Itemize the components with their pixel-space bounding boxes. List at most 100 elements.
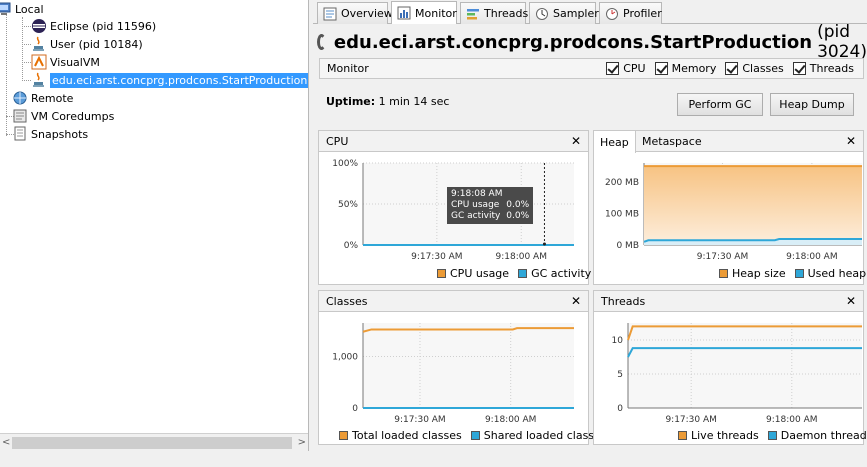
page-title: edu.eci.arst.concprg.prodcons.StartProdu… [313,22,867,62]
threads-legend: Live threads Daemon threads [678,429,867,442]
heap-panel: Heap Metaspace ✕ 9:17:30 AM 9:18:00 AM 200… [593,130,866,285]
tree-node-remote[interactable]: Remote [12,89,73,107]
tab-sampler-label: Sampler [553,7,599,20]
tree-label-coredumps: VM Coredumps [31,109,115,123]
threads-plot-area [628,323,862,408]
tab-metaspace[interactable]: Metaspace [636,131,708,152]
tree-node-coredumps[interactable]: VM Coredumps [12,107,114,125]
tab-monitor-label: Monitor [415,6,457,20]
tree-label-visualvm: VisualVM [50,55,100,69]
tree-node-user[interactable]: User (pid 10184) [31,35,143,53]
cpu-y-tick-label: 100% [332,159,358,169]
tab-threads[interactable]: Threads [460,2,529,24]
heap-y-tick-label: 0 MB [616,241,639,251]
legend-used-heap: Used heap [807,267,867,280]
tree-horizontal-scrollbar[interactable]: < > [0,433,308,451]
threads-icon [467,8,479,19]
legend-swatch-blue [518,269,528,278]
legend-total-classes: Total loaded classes [352,429,462,442]
cpu-panel-title: CPU [326,134,349,148]
cpu-y-tick-label: 0% [344,241,359,251]
applications-tree[interactable]: Local Eclipse (pid 11596) User (pid 1018… [0,0,309,451]
coredump-icon [12,108,28,124]
tree-node-eclipse[interactable]: Eclipse (pid 11596) [31,17,156,35]
scroll-right-arrow-icon[interactable]: > [298,437,306,448]
tooltip-gc-label: GC activity [451,211,501,221]
classes-x-tick-label: 9:17:30 AM [394,415,445,425]
threads-y-tick-label: 5 [617,370,623,380]
legend-swatch-orange [437,269,446,278]
cpu-y-tick-label: 50% [338,200,358,210]
uptime: Uptime: 1 min 14 sec [326,95,449,108]
java-icon [31,36,47,52]
tab-heap[interactable]: Heap [594,131,636,153]
tree-node-startproduction[interactable]: edu.eci.arst.concprg.prodcons.StartProdu… [31,71,308,89]
tree-node-visualvm[interactable]: VisualVM [31,53,100,71]
uptime-value: 1 min 14 sec [378,95,450,108]
classes-panel-header: Classes ✕ [319,291,588,312]
tab-profiler[interactable]: Profiler [599,2,662,24]
heap-legend: Heap size Used heap [719,267,866,280]
cpu-tooltip: 9:18:08 AM CPU usage 0.0% GC activity 0.0% [447,187,534,224]
legend-daemon-threads: Daemon threads [780,429,867,442]
legend-swatch-blue [470,431,480,440]
application-view: Overview Monitor Threads Sampler Profile… [313,0,867,467]
monitor-icon [397,6,411,20]
legend-live-threads: Live threads [691,429,759,442]
close-icon[interactable]: ✕ [846,134,856,148]
memory-checkbox[interactable]: Memory [654,62,716,75]
cpu-panel-header: CPU ✕ [319,131,588,152]
tab-sampler[interactable]: Sampler [529,2,599,24]
perform-gc-button[interactable]: Perform GC [677,93,763,116]
heap-y-tick-label: 100 MB [605,209,639,219]
threads-checkbox[interactable]: Threads [792,62,854,75]
heap-panel-header: Heap Metaspace ✕ [594,131,863,153]
classes-x-tick-label: 9:18:00 AM [485,415,536,425]
tab-threads-label: Threads [484,7,529,20]
classes-chart: 9:17:30 AM 9:18:00 AM 1,000 0 [332,323,574,425]
heap-dump-button[interactable]: Heap Dump [770,93,854,116]
heap-chart: 9:17:30 AM 9:18:00 AM 200 MB 100 MB 0 MB [605,163,862,262]
threads-x-tick-label: 9:17:30 AM [665,415,716,425]
close-icon[interactable]: ✕ [571,134,581,148]
close-icon[interactable]: ✕ [571,294,581,308]
heap-area-fill [644,166,862,245]
threads-x-tick-label: 9:18:00 AM [766,415,817,425]
checkbox-checked-icon [654,62,668,75]
close-icon[interactable]: ✕ [846,294,856,308]
classes-checkbox-label: Classes [742,62,784,75]
tree-label-snapshots: Snapshots [31,127,89,141]
legend-heap-size: Heap size [732,267,786,280]
app-name: edu.eci.arst.concprg.prodcons.StartProdu… [333,31,813,53]
app-pid: (pid 3024) [817,22,867,62]
tree-node-snapshots[interactable]: Snapshots [12,125,88,143]
monitor-bar: Monitor CPU Memory Classes Threads [319,58,864,79]
cpu-marker-dot [542,242,546,246]
scroll-left-arrow-icon[interactable]: < [2,437,10,448]
remote-host-icon [12,90,28,106]
tab-monitor[interactable]: Monitor [391,1,457,24]
threads-y-tick-label: 0 [617,404,623,414]
classes-checkbox[interactable]: Classes [725,62,784,75]
threads-panel-title: Threads [601,294,646,308]
legend-cpu-usage: CPU usage [450,267,510,280]
legend-swatch-blue [794,269,804,278]
overview-icon [323,7,337,20]
scrollbar-thumb[interactable] [12,437,292,449]
tooltip-cpu-label: CPU usage [451,200,500,210]
cpu-checkbox-label: CPU [623,62,646,75]
tree-node-local[interactable]: Local [0,0,44,18]
tree-label-startproduction: edu.eci.arst.concprg.prodcons.StartProdu… [50,72,308,88]
cpu-checkbox[interactable]: CPU [606,62,646,75]
classes-panel: Classes ✕ 9:17:30 AM 9:18:00 AM 1,000 0 Tot… [318,290,607,445]
tooltip-gc-value: 0.0% [506,211,530,221]
cpu-x-tick-label: 9:17:30 AM [411,252,462,262]
legend-shared-classes: Shared loaded classes [483,429,607,442]
sampler-icon [536,7,548,20]
classes-legend: Total loaded classes Shared loaded class… [339,429,607,442]
classes-y-tick-label: 1,000 [332,352,358,362]
tree-label-remote: Remote [31,91,74,105]
tab-profiler-label: Profiler [623,7,662,20]
tree-label-eclipse: Eclipse (pid 11596) [50,19,157,33]
tab-overview[interactable]: Overview [317,2,393,24]
